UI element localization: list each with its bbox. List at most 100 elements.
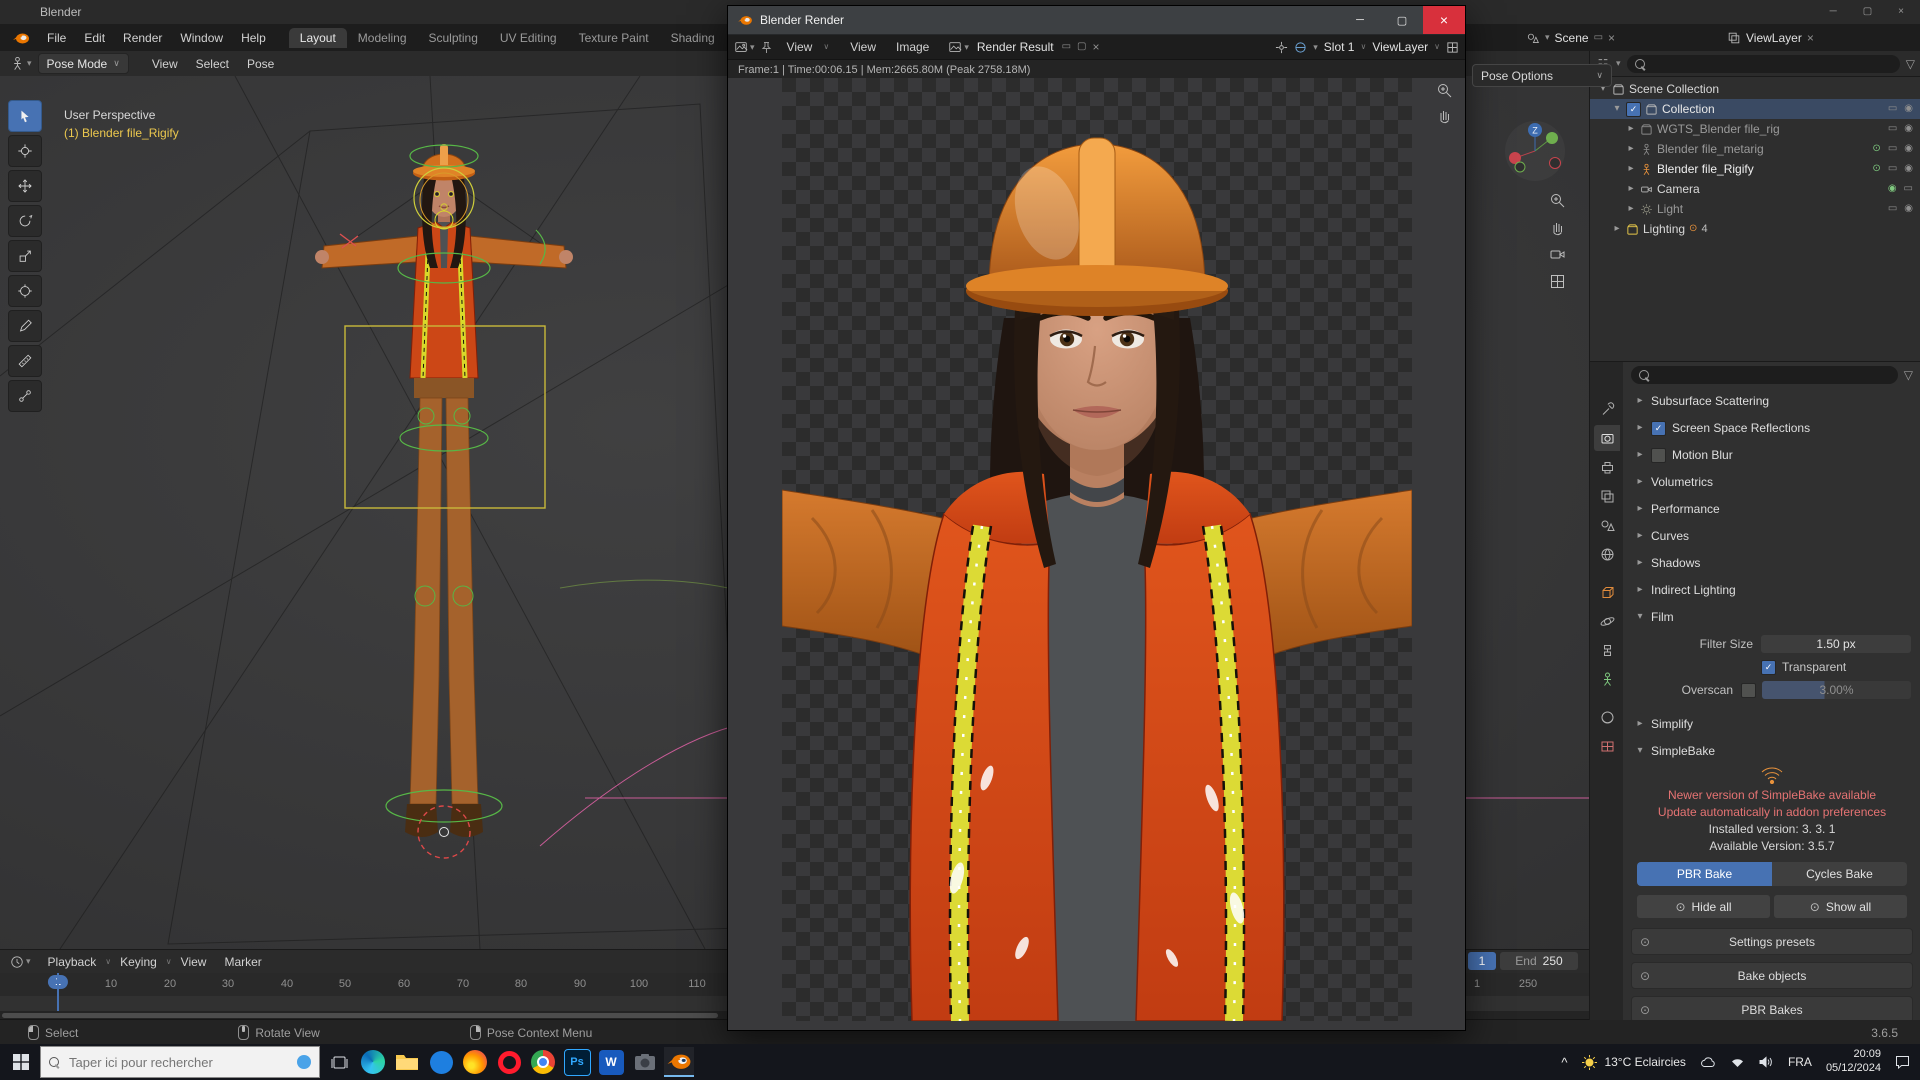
section-shadows[interactable]: ▸ Shadows [1623, 550, 1920, 576]
viewlayer-name[interactable]: ViewLayer [1746, 31, 1802, 45]
render-toggle-icon[interactable]: ◉ [1904, 204, 1913, 214]
maximize-icon[interactable]: ▢ [1863, 7, 1872, 17]
disclosure-icon[interactable]: ▸ [1626, 124, 1636, 134]
tweak-tool-button[interactable] [8, 100, 42, 132]
pan-hand-icon[interactable] [1436, 107, 1453, 124]
grid-ortho-icon[interactable] [1549, 273, 1566, 290]
pose-mode-dropdown[interactable]: Pose Mode ∨ [37, 53, 129, 74]
screen-toggle-icon[interactable]: ▭ [1888, 144, 1897, 154]
scene-icon[interactable] [1526, 31, 1540, 45]
end-frame-field[interactable]: End 250 [1500, 952, 1578, 970]
disclosure-icon[interactable]: ▸ [1626, 184, 1636, 194]
section-subsurface-scattering[interactable]: ▸ Subsurface Scattering [1623, 388, 1920, 414]
taskbar-app-explorer[interactable] [392, 1047, 422, 1077]
timeline-menu-view[interactable]: View [172, 955, 216, 969]
gizmos-icon[interactable] [1275, 41, 1288, 54]
caret-icon[interactable]: ▾ [1313, 42, 1318, 52]
render-canvas[interactable] [728, 78, 1465, 1030]
timeline-menu-playback[interactable]: Playback [39, 955, 106, 969]
taskbar-app-blue[interactable] [426, 1047, 456, 1077]
section-curves[interactable]: ▸ Curves [1623, 523, 1920, 549]
viewport-menu-view[interactable]: View [143, 57, 187, 71]
transform-tool-button[interactable] [8, 275, 42, 307]
section-simplebake[interactable]: ▾ SimpleBake [1623, 738, 1920, 764]
notification-center-icon[interactable] [1895, 1055, 1910, 1069]
pan-hand-icon[interactable] [1549, 219, 1566, 236]
section-simplify[interactable]: ▸ Simplify [1623, 711, 1920, 737]
navigation-gizmo[interactable]: Z [1503, 119, 1567, 183]
pose-state-icon[interactable]: ⊙ [1872, 164, 1880, 174]
workspace-tab-shading[interactable]: Shading [660, 28, 726, 48]
workspace-tab-modeling[interactable]: Modeling [347, 28, 418, 48]
tab-texture-properties[interactable] [1594, 733, 1620, 759]
slot-dropdown[interactable]: Slot 1 [1324, 40, 1355, 54]
render-window[interactable]: Blender Render ─ ▢ × ▾ View ∨ View Image… [727, 5, 1466, 1031]
taskbar-weather[interactable]: 13°C Eclaircies [1581, 1054, 1686, 1071]
camera-view-icon[interactable] [1549, 246, 1566, 263]
unlink-icon[interactable]: × [1093, 41, 1100, 53]
section-performance[interactable]: ▸ Performance [1623, 496, 1920, 522]
onedrive-icon[interactable] [1700, 1056, 1716, 1068]
scene-browse-caret-icon[interactable]: ▾ [1545, 33, 1550, 42]
pbr-bake-button[interactable]: PBR Bake [1637, 862, 1772, 886]
start-button[interactable] [6, 1047, 36, 1077]
image-menu-image[interactable]: Image [887, 40, 938, 54]
taskbar-app-edge[interactable] [358, 1047, 388, 1077]
render-minimize-button[interactable]: ─ [1339, 6, 1381, 34]
cursor-tool-button[interactable] [8, 135, 42, 167]
taskbar-search-input[interactable] [67, 1053, 289, 1071]
language-indicator[interactable]: FRA [1788, 1055, 1812, 1069]
render-toggle-icon[interactable]: ◉ [1904, 164, 1913, 174]
image-editor-type-icon[interactable] [734, 40, 748, 54]
outliner-row-rigify[interactable]: ▸ Blender file_Rigify ⊙ ▭ ◉ [1590, 159, 1920, 179]
section-motion-blur[interactable]: ▸ Motion Blur [1623, 442, 1920, 468]
timeline-editor-caret-icon[interactable]: ▾ [26, 957, 31, 966]
bone-tool-button[interactable] [8, 380, 42, 412]
render-result-datablock[interactable]: Render Result [977, 40, 1054, 54]
simplebake-notice-2[interactable]: Update automatically in addon preference… [1623, 805, 1920, 819]
zoom-icon[interactable] [1436, 82, 1453, 99]
move-tool-button[interactable] [8, 170, 42, 202]
filter-icon[interactable]: ▽ [1904, 369, 1913, 381]
outliner-row-wgts-rig[interactable]: ▸ WGTS_Blender file_rig ▭ ◉ [1590, 119, 1920, 139]
outliner-row-light[interactable]: ▸ Light ▭ ◉ [1590, 199, 1920, 219]
current-frame-field[interactable]: 1 [1468, 952, 1496, 970]
render-toggle-icon[interactable]: ◉ [1904, 104, 1913, 114]
screen-toggle-icon[interactable]: ▭ [1904, 184, 1913, 194]
measure-tool-button[interactable] [8, 345, 42, 377]
tab-armature-data-properties[interactable] [1594, 666, 1620, 692]
viewport-menu-select[interactable]: Select [187, 57, 238, 71]
rotate-tool-button[interactable] [8, 205, 42, 237]
taskbar-app-firefox[interactable] [460, 1047, 490, 1077]
taskbar-search[interactable] [40, 1046, 320, 1078]
pin-icon[interactable] [761, 41, 772, 54]
outliner-row-collection[interactable]: ▾ ✓ Collection ▭ ◉ [1590, 99, 1920, 119]
render-viewlayer-dropdown[interactable]: ViewLayer [1372, 40, 1428, 54]
scale-tool-button[interactable] [8, 240, 42, 272]
viewport-character[interactable] [312, 116, 576, 936]
motion-blur-checkbox[interactable] [1651, 447, 1666, 463]
timeline-editor-icon[interactable] [10, 955, 24, 969]
taskbar-app-word[interactable]: W [596, 1047, 626, 1077]
minimize-icon[interactable]: ─ [1830, 7, 1837, 17]
playhead[interactable] [57, 973, 59, 1011]
overscan-checkbox[interactable] [1741, 682, 1756, 698]
disclosure-icon[interactable]: ▸ [1626, 164, 1636, 174]
section-volumetrics[interactable]: ▸ Volumetrics [1623, 469, 1920, 495]
menu-render[interactable]: Render [114, 31, 171, 45]
screen-toggle-icon[interactable]: ▭ [1888, 164, 1897, 174]
overscan-field[interactable]: 3.00% [1762, 681, 1911, 699]
filter-size-field[interactable]: 1.50 px [1761, 635, 1911, 653]
viewlayer-unlink-icon[interactable]: × [1807, 32, 1814, 44]
taskbar-app-photoshop[interactable]: Ps [562, 1047, 592, 1077]
caret-icon[interactable]: ▾ [964, 42, 969, 52]
render-pass-icon[interactable] [1446, 41, 1459, 54]
pose-state-icon[interactable]: ⊙ [1872, 144, 1880, 154]
annotate-tool-button[interactable] [8, 310, 42, 342]
disclosure-icon[interactable]: ▸ [1626, 204, 1636, 214]
active-camera-icon[interactable]: ◉ [1888, 184, 1897, 194]
outliner-row-metarig[interactable]: ▸ Blender file_metarig ⊙ ▭ ◉ [1590, 139, 1920, 159]
tab-constraints-properties[interactable] [1594, 637, 1620, 663]
workspace-tab-uv-editing[interactable]: UV Editing [489, 28, 568, 48]
section-screen-space-reflections[interactable]: ▸ ✓ Screen Space Reflections [1623, 415, 1920, 441]
